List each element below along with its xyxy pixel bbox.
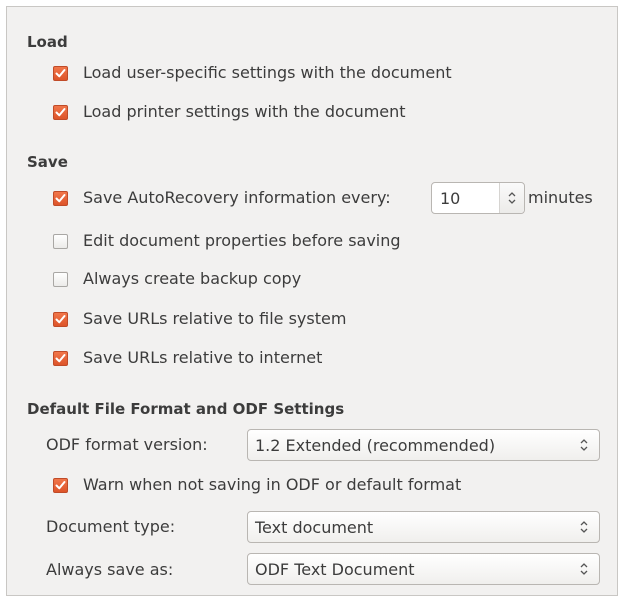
- document-type-label: Document type:: [46, 517, 176, 536]
- autorecovery-minutes-value[interactable]: 10: [440, 189, 460, 208]
- warn-odf-checkbox[interactable]: [53, 478, 68, 493]
- checkmark-icon: [55, 354, 66, 363]
- save-heading: Save: [27, 153, 68, 171]
- save-as-label: Always save as:: [46, 560, 174, 579]
- save-as-selected: ODF Text Document: [255, 560, 415, 579]
- checkmark-icon: [55, 194, 66, 203]
- checkmark-icon: [55, 315, 66, 324]
- checkmark-icon: [55, 481, 66, 490]
- options-panel: Load Load user-specific settings with th…: [6, 6, 618, 596]
- urls-internet-label: Save URLs relative to internet: [83, 348, 323, 367]
- urls-filesystem-label: Save URLs relative to file system: [83, 309, 347, 328]
- urls-internet-checkbox[interactable]: [53, 351, 68, 366]
- load-heading: Load: [27, 33, 68, 51]
- document-type-selected: Text document: [255, 518, 374, 537]
- checkmark-icon: [55, 108, 66, 117]
- odf-version-label: ODF format version:: [46, 435, 208, 454]
- odf-version-select[interactable]: 1.2 Extended (recommended): [247, 429, 600, 461]
- select-updown-icon: [580, 439, 588, 451]
- select-updown-icon: [580, 563, 588, 575]
- autorecovery-minutes-spinbox[interactable]: 10: [431, 182, 525, 214]
- backup-copy-label: Always create backup copy: [83, 269, 302, 288]
- edit-properties-label: Edit document properties before saving: [83, 231, 401, 250]
- load-user-settings-label: Load user-specific settings with the doc…: [83, 63, 452, 82]
- edit-properties-checkbox[interactable]: [53, 234, 68, 249]
- save-autorecovery-checkbox[interactable]: [53, 191, 68, 206]
- checkmark-icon: [55, 69, 66, 78]
- save-autorecovery-label: Save AutoRecovery information every:: [83, 188, 391, 207]
- save-as-select[interactable]: ODF Text Document: [247, 553, 600, 585]
- urls-filesystem-checkbox[interactable]: [53, 312, 68, 327]
- warn-odf-label: Warn when not saving in ODF or default f…: [83, 475, 462, 494]
- load-user-settings-checkbox[interactable]: [53, 66, 68, 81]
- odf-version-selected: 1.2 Extended (recommended): [255, 436, 496, 455]
- load-printer-settings-label: Load printer settings with the document: [83, 102, 406, 121]
- backup-copy-checkbox[interactable]: [53, 272, 68, 287]
- select-updown-icon: [580, 521, 588, 533]
- spin-arrows[interactable]: [499, 183, 524, 213]
- document-type-select[interactable]: Text document: [247, 511, 600, 543]
- spin-updown-icon[interactable]: [507, 190, 517, 206]
- load-printer-settings-checkbox[interactable]: [53, 105, 68, 120]
- minutes-unit-label: minutes: [528, 188, 593, 207]
- format-heading: Default File Format and ODF Settings: [27, 400, 345, 418]
